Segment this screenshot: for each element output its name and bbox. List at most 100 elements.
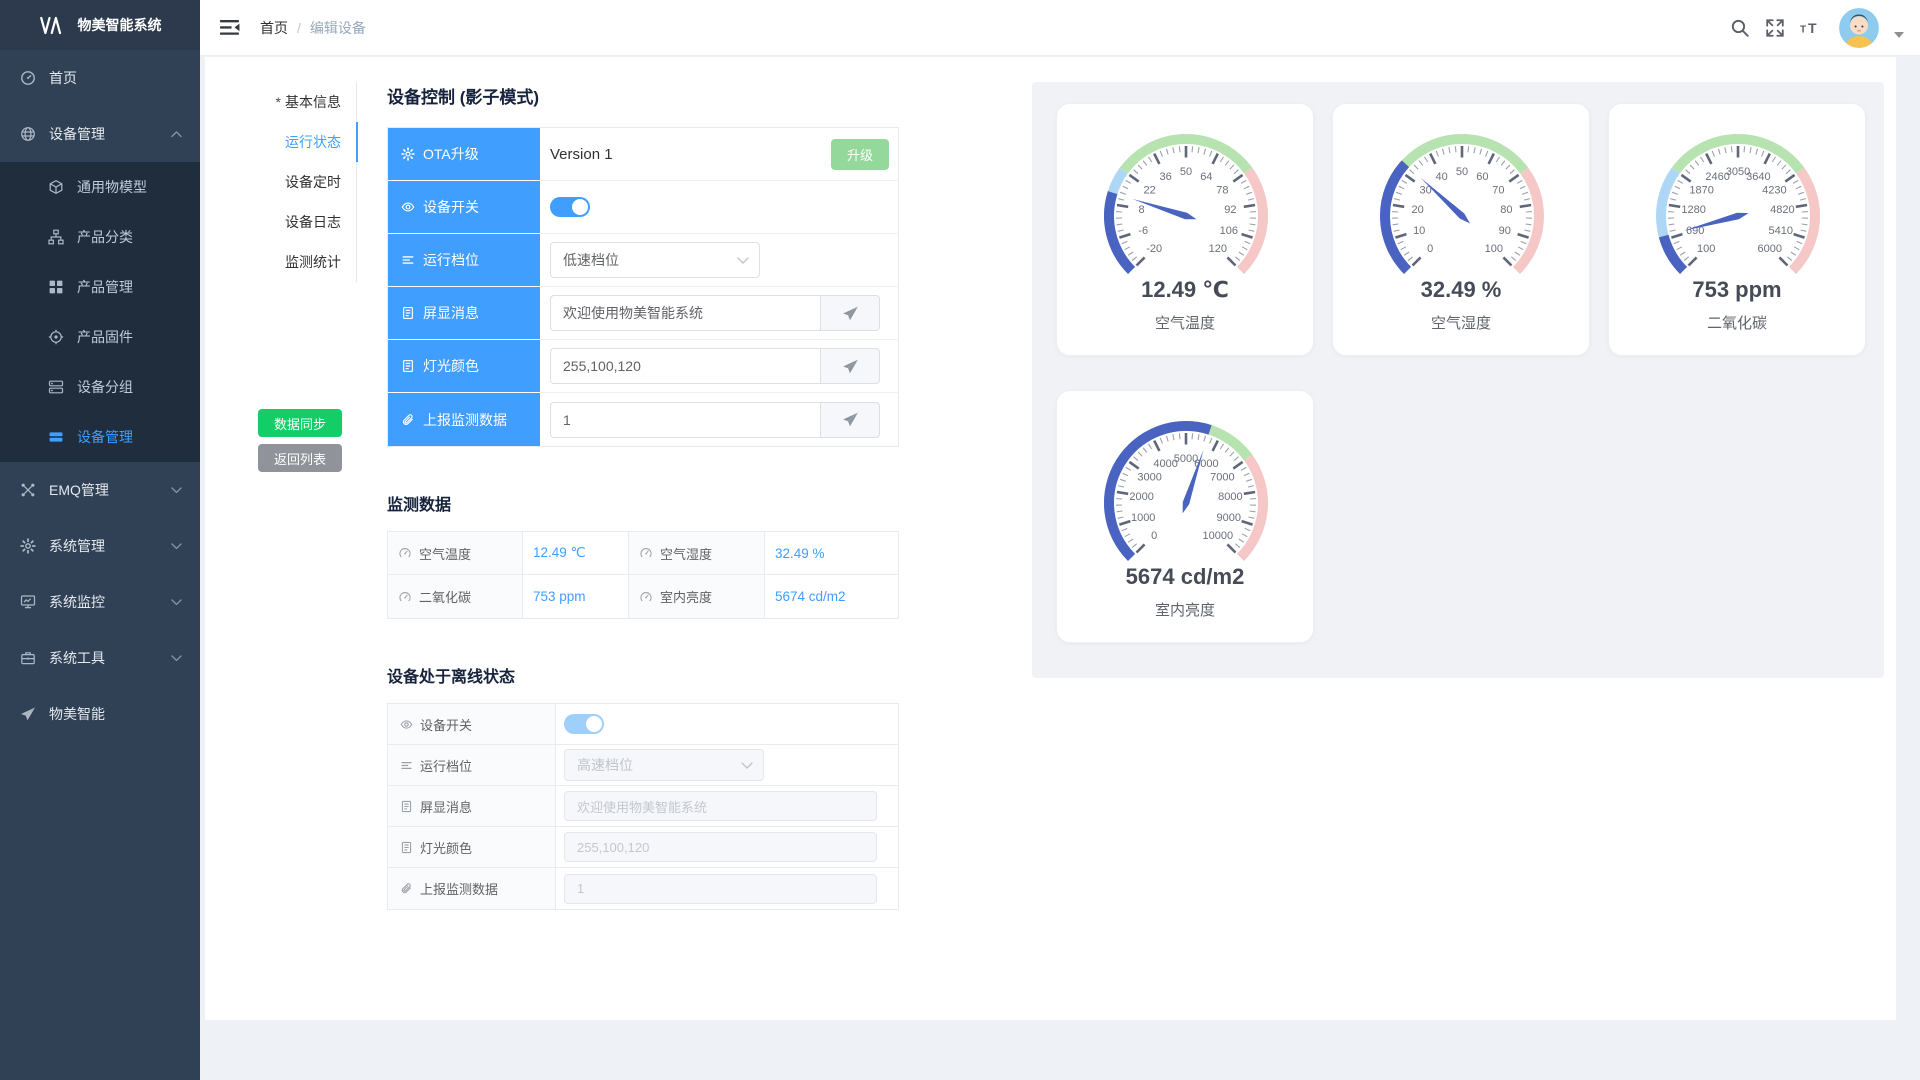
font-size-icon[interactable]: TT [1800, 18, 1820, 38]
tab-2[interactable]: 设备定时 [205, 162, 356, 202]
tab-0[interactable]: *基本信息 [205, 82, 356, 122]
input-group: 欢迎使用物美智能系统 [550, 295, 880, 331]
svg-text:60: 60 [1476, 171, 1488, 183]
avatar[interactable] [1839, 8, 1879, 48]
monitor-icon [20, 594, 36, 610]
sidebar-subitem-4[interactable]: 设备分组 [0, 362, 200, 412]
gauge-chart: 0100020003000400050006000700080009000100… [1057, 391, 1315, 563]
send-button[interactable] [820, 348, 880, 384]
control-row: 设备开关 [388, 181, 898, 234]
content-panel: *基本信息运行状态设备定时设备日志监测统计 数据同步 返回列表 设备控制 (影子… [205, 57, 1896, 1020]
svg-text:3640: 3640 [1746, 171, 1770, 183]
sidebar-subitem-1[interactable]: 产品分类 [0, 212, 200, 262]
svg-text:T: T [1800, 25, 1806, 36]
gauge-icon [639, 590, 653, 604]
app-logo[interactable]: 物美智能系统 [0, 0, 200, 50]
monitor-label: 空气温度 [388, 532, 523, 575]
monitor-label: 空气湿度 [629, 532, 765, 575]
svg-text:6000: 6000 [1758, 243, 1782, 255]
control-label-text: 灯光颜色 [423, 356, 479, 376]
shadow-control-table: OTA升级 Version 1 升级 设备开关 运行档位 低速档位 屏显消息 欢… [387, 127, 899, 447]
system-icon [20, 538, 36, 554]
text-input[interactable]: 欢迎使用物美智能系统 [550, 295, 820, 331]
breadcrumb-home[interactable]: 首页 [260, 18, 288, 38]
text-input[interactable]: 255,100,120 [550, 348, 820, 384]
offline-label-text: 运行档位 [420, 756, 472, 775]
control-row-value: 255,100,120 [540, 340, 898, 393]
sidebar-subitem-3[interactable]: 产品固件 [0, 312, 200, 362]
tab-3[interactable]: 设备日志 [205, 202, 356, 242]
sidebar-item-0[interactable]: 首页 [0, 50, 200, 106]
sidebar-item-3[interactable]: 系统管理 [0, 518, 200, 574]
svg-text:92: 92 [1224, 204, 1236, 216]
sidebar-subitem-5[interactable]: 设备管理 [0, 412, 200, 462]
sidebar-item-label: 系统监控 [49, 592, 105, 612]
select-value: 低速档位 [563, 250, 619, 270]
version-text: Version 1 [550, 146, 613, 163]
gauge-title: 室内亮度 [1057, 599, 1313, 620]
firmware-icon [48, 329, 64, 345]
chevron-down-icon [171, 599, 182, 606]
gauge-icon [398, 590, 412, 604]
monitor-label-text: 空气湿度 [660, 544, 712, 563]
sidebar-item-2[interactable]: EMQ管理 [0, 462, 200, 518]
gear-select: 高速档位 [564, 749, 764, 781]
model-icon [48, 179, 64, 195]
gauge-icon [398, 546, 412, 560]
control-row: 运行档位 低速档位 [388, 234, 898, 287]
monitor-value: 32.49 % [765, 532, 898, 575]
sidebar-collapse-icon[interactable] [220, 19, 240, 36]
caret-down-icon[interactable] [1894, 32, 1904, 38]
back-to-list-button[interactable]: 返回列表 [258, 444, 342, 472]
tab-4[interactable]: 监测统计 [205, 242, 356, 282]
tab-label: 设备日志 [285, 214, 341, 230]
monitor-value: 753 ppm [523, 575, 629, 618]
monitor-label: 二氧化碳 [388, 575, 523, 618]
input-group: 1 [550, 402, 880, 438]
clip-icon [400, 882, 413, 895]
sidebar-item-1[interactable]: 设备管理 [0, 106, 200, 162]
control-row-value: Version 1 升级 [540, 128, 898, 181]
gauge-title: 空气湿度 [1333, 312, 1589, 333]
tab-1[interactable]: 运行状态 [205, 122, 356, 162]
sidebar-subitem-label: 通用物模型 [77, 177, 147, 197]
offline-label-text: 屏显消息 [420, 797, 472, 816]
gauge-dashboard: -20-68223650647892106120 12.49 ℃ 空气温度 01… [1032, 82, 1884, 678]
gauge-chart: 0102030405060708090100 [1333, 104, 1591, 276]
control-label-text: 上报监测数据 [423, 410, 507, 430]
svg-text:80: 80 [1500, 204, 1512, 216]
sidebar-subitem-0[interactable]: 通用物模型 [0, 162, 200, 212]
control-row-label: OTA升级 [388, 128, 540, 181]
upgrade-button[interactable]: 升级 [831, 139, 889, 170]
gauge-value: 32.49 % [1333, 277, 1589, 303]
sidebar-submenu: 通用物模型 产品分类 产品管理 产品固件 设备分组 设备管理 [0, 162, 200, 462]
wumei-icon [20, 706, 36, 722]
sidebar-item-5[interactable]: 系统工具 [0, 630, 200, 686]
chevron-up-icon [171, 131, 182, 138]
disabled-input: 欢迎使用物美智能系统 [564, 791, 877, 821]
sidebar-item-4[interactable]: 系统监控 [0, 574, 200, 630]
control-row-label: 屏显消息 [388, 287, 540, 340]
device-switch-toggle[interactable] [550, 197, 590, 217]
gauge-icon [639, 546, 653, 560]
sidebar-item-6[interactable]: 物美智能 [0, 686, 200, 742]
sidebar-subitem-label: 产品分类 [77, 227, 133, 247]
gauge-title: 空气温度 [1057, 312, 1313, 333]
offline-row-label: 上报监测数据 [388, 868, 556, 909]
control-row-value: 1 [540, 393, 898, 446]
svg-text:-20: -20 [1146, 243, 1162, 255]
gear-select[interactable]: 低速档位 [550, 242, 760, 278]
sidebar-subitem-2[interactable]: 产品管理 [0, 262, 200, 312]
action-buttons: 数据同步 返回列表 [258, 409, 342, 472]
control-row-label: 设备开关 [388, 181, 540, 234]
send-button[interactable] [820, 295, 880, 331]
data-sync-button[interactable]: 数据同步 [258, 409, 342, 437]
gauge-value: 12.49 ℃ [1057, 277, 1313, 303]
search-icon[interactable] [1730, 18, 1750, 38]
sidebar-item-label: 首页 [49, 68, 77, 88]
required-asterisk: * [276, 94, 281, 110]
send-button[interactable] [820, 402, 880, 438]
fullscreen-icon[interactable] [1765, 18, 1785, 38]
sidebar-subitem-label: 设备管理 [77, 427, 133, 447]
text-input[interactable]: 1 [550, 402, 820, 438]
